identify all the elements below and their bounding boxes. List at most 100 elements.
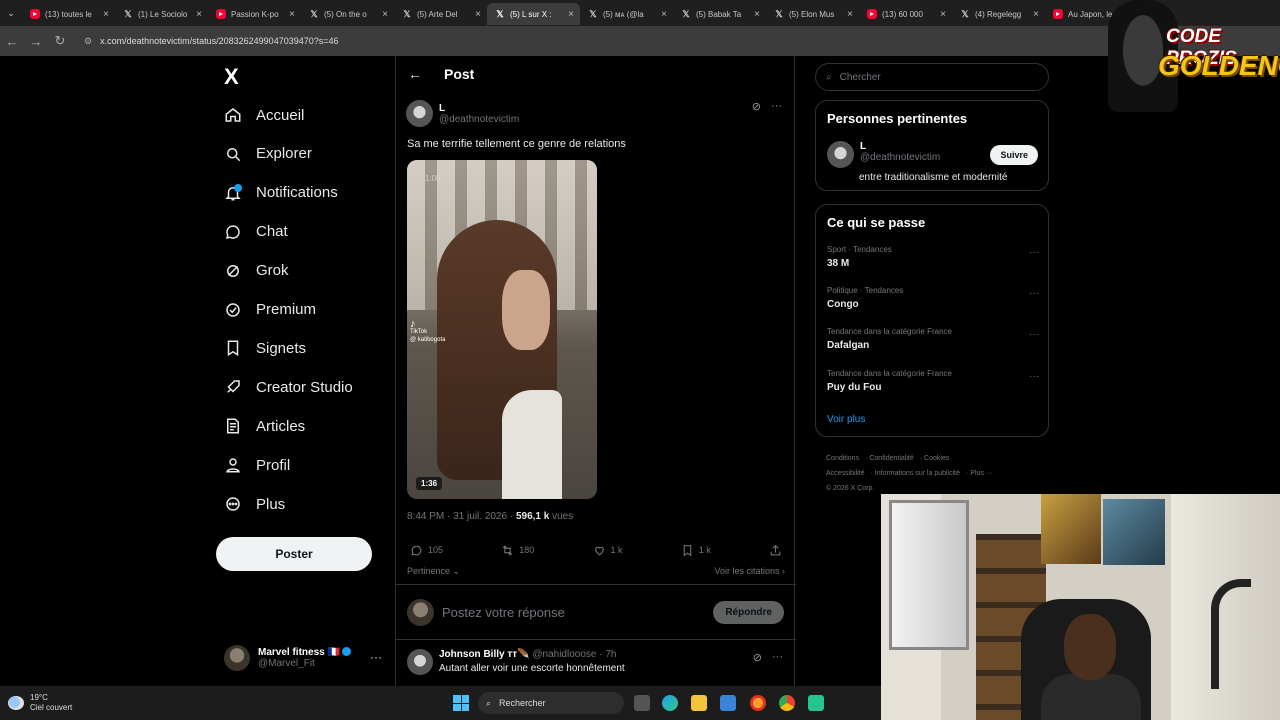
- more-icon[interactable]: ···: [1029, 247, 1039, 258]
- reload-icon[interactable]: ↻: [48, 29, 72, 53]
- browser-tab[interactable]: 𝕏 (5) Babak Ta ×: [673, 3, 766, 25]
- close-icon[interactable]: ×: [289, 9, 295, 20]
- bookmark-action[interactable]: 1 k: [681, 540, 711, 560]
- reply-item[interactable]: Johnson Billy ᴛᴛ🪶 @nahidlooose · 7h Auta…: [407, 649, 785, 675]
- close-icon[interactable]: ×: [103, 9, 109, 20]
- taskbar-search[interactable]: ⌕ Rechercher: [478, 692, 624, 714]
- edge-icon[interactable]: [662, 695, 678, 711]
- view-quotes-link[interactable]: Voir les citations ›: [714, 566, 785, 577]
- trend-item[interactable]: Sport · Tendances 38 M ···: [827, 245, 1039, 269]
- footer-link[interactable]: Confidentialité: [869, 455, 913, 462]
- nav-item-creator-studio[interactable]: Creator Studio: [224, 372, 353, 402]
- trend-item[interactable]: Politique · Tendances Congo ···: [827, 286, 1039, 310]
- trend-item[interactable]: Tendance dans la catégorie France Puy du…: [827, 369, 1039, 393]
- relevant-title: Personnes pertinentes: [827, 111, 968, 126]
- sort-dropdown[interactable]: Pertinence ⌄: [407, 566, 460, 577]
- post-time[interactable]: 8:44 PM · 31 juil. 2026 ·: [407, 511, 516, 522]
- chrome-icon[interactable]: [779, 695, 795, 711]
- rocket-icon: [227, 380, 240, 394]
- browser-tab[interactable]: 𝕏 (5) On the o ×: [301, 3, 394, 25]
- nav-item-profil[interactable]: Profil: [224, 450, 290, 480]
- nav-item-signets[interactable]: Signets: [224, 333, 306, 363]
- post-button[interactable]: Poster: [216, 537, 372, 571]
- more-icon[interactable]: ···: [1029, 288, 1039, 299]
- grok-icon[interactable]: ⊘: [752, 100, 761, 113]
- author-name[interactable]: L: [439, 103, 519, 114]
- browser-tab[interactable]: 𝕏 (1) Le Sociolo ×: [115, 3, 208, 25]
- relevant-name[interactable]: L: [860, 141, 940, 152]
- forward-nav-icon[interactable]: →: [24, 29, 48, 53]
- firefox-icon[interactable]: [750, 695, 766, 711]
- back-arrow-icon[interactable]: ←: [408, 66, 422, 82]
- back-nav-icon[interactable]: ←: [0, 29, 24, 53]
- nav-item-notifications[interactable]: Notifications: [224, 178, 338, 208]
- file-explorer-icon[interactable]: [691, 695, 707, 711]
- post-author[interactable]: L @deathnotevictim: [406, 100, 519, 127]
- browser-tab[interactable]: 𝕏 (5) Arte Del ×: [394, 3, 487, 25]
- reply-action[interactable]: 105: [410, 540, 443, 560]
- weather-widget[interactable]: 19°C Ciel couvert: [8, 693, 72, 713]
- more-icon[interactable]: ···: [772, 651, 783, 664]
- reply-input[interactable]: Postez votre réponse: [442, 605, 705, 620]
- share-action[interactable]: [769, 540, 782, 560]
- browser-tab[interactable]: 𝕏 (4) Regelegg ×: [952, 3, 1045, 25]
- footer-link[interactable]: Cookies: [924, 455, 949, 462]
- more-icon[interactable]: ···: [771, 100, 782, 113]
- author-avatar[interactable]: [406, 100, 433, 127]
- footer-link[interactable]: Plus ···: [970, 470, 993, 477]
- more-icon[interactable]: ···: [1029, 371, 1039, 382]
- account-switcher[interactable]: Marvel fitness 🇫🇷 @Marvel_Fit ···: [224, 642, 394, 674]
- footer-link[interactable]: Conditions: [826, 455, 859, 462]
- nav-item-accueil[interactable]: Accueil: [224, 100, 304, 130]
- store-icon[interactable]: [720, 695, 736, 711]
- close-icon[interactable]: ×: [940, 9, 946, 20]
- nav-item-articles[interactable]: Articles: [224, 411, 305, 441]
- start-button[interactable]: [453, 695, 469, 711]
- close-icon[interactable]: ×: [475, 9, 481, 20]
- browser-tab[interactable]: 𝕏 (5) L sur X : ×: [487, 3, 580, 25]
- more-icon[interactable]: ···: [370, 650, 382, 664]
- relevant-handle[interactable]: @deathnotevictim: [860, 152, 940, 163]
- nav-item-explorer[interactable]: Explorer: [224, 139, 312, 169]
- tab-list-button[interactable]: ⌄: [0, 2, 22, 24]
- browser-tab[interactable]: (13) 60 000 ×: [859, 3, 952, 25]
- relevant-person[interactable]: L @deathnotevictim: [827, 141, 940, 168]
- browser-tab[interactable]: 𝕏 (5) Elon Mus ×: [766, 3, 859, 25]
- reply-button[interactable]: Répondre: [713, 600, 784, 624]
- close-icon[interactable]: ×: [754, 9, 760, 20]
- close-icon[interactable]: ×: [847, 9, 853, 20]
- footer-link[interactable]: Accessibilité: [826, 470, 865, 477]
- task-view-icon[interactable]: [634, 695, 650, 711]
- close-icon[interactable]: ×: [196, 9, 202, 20]
- close-icon[interactable]: ×: [568, 9, 574, 20]
- browser-tab[interactable]: Passion K-po ×: [208, 3, 301, 25]
- repost-action[interactable]: 180: [501, 540, 534, 560]
- browser-tab[interactable]: 𝕏 (5) ᴍᴀ (@la ×: [580, 3, 673, 25]
- author-handle[interactable]: @deathnotevictim: [439, 114, 519, 125]
- search-input[interactable]: ⌕ Chercher: [815, 63, 1049, 91]
- like-action[interactable]: 1 k: [593, 540, 623, 560]
- grok-icon[interactable]: ⊘: [753, 651, 762, 664]
- trend-item[interactable]: Tendance dans la catégorie France Dafalg…: [827, 327, 1039, 351]
- reply-avatar[interactable]: [407, 649, 433, 675]
- more-icon[interactable]: ···: [1029, 329, 1039, 340]
- close-icon[interactable]: ×: [661, 9, 667, 20]
- nav-item-plus[interactable]: Plus: [224, 489, 285, 519]
- browser-tab[interactable]: (13) toutes le ×: [22, 3, 115, 25]
- nav-item-premium[interactable]: Premium: [224, 295, 316, 325]
- follow-button[interactable]: Suivre: [990, 145, 1038, 165]
- app-icon[interactable]: [808, 695, 824, 711]
- show-more-link[interactable]: Voir plus: [827, 414, 865, 425]
- avatar[interactable]: [827, 141, 854, 168]
- url-field[interactable]: ⚙ x.com/deathnotevictim/status/208326249…: [80, 29, 1080, 53]
- footer-link[interactable]: Informations sur la publicité: [875, 470, 960, 477]
- more-circle-icon: [226, 497, 240, 511]
- reply-author-name[interactable]: Johnson Billy ᴛᴛ🪶: [439, 649, 530, 660]
- nav-item-chat[interactable]: Chat: [224, 217, 288, 247]
- nav-item-grok[interactable]: Grok: [224, 256, 289, 286]
- close-icon[interactable]: ×: [382, 9, 388, 20]
- close-icon[interactable]: ×: [1033, 9, 1039, 20]
- post-video[interactable]: 1:00 ♪ TikTok @ katibogota 1:36: [407, 160, 597, 499]
- x-logo[interactable]: X: [224, 64, 239, 90]
- site-info-icon[interactable]: ⚙: [84, 36, 92, 47]
